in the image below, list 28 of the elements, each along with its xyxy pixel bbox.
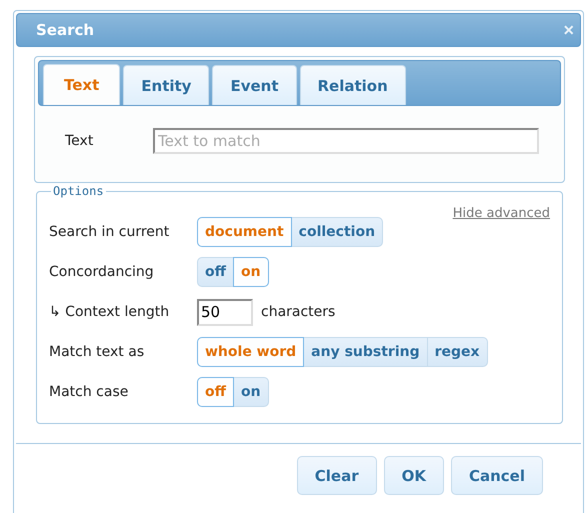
toggle-option[interactable]: off (197, 377, 234, 407)
toggle-option[interactable]: whole word (197, 337, 304, 367)
dialog-button[interactable]: OK (384, 456, 444, 495)
tab[interactable]: Text (43, 64, 120, 105)
tab[interactable]: Entity (123, 65, 210, 105)
toggle-option[interactable]: on (232, 377, 269, 407)
toggle-option[interactable]: off (197, 257, 234, 287)
option-label: Match text as (49, 344, 146, 360)
option-label: Match case (49, 384, 130, 400)
window-title: Search (36, 21, 94, 39)
dialog-button[interactable]: Clear (296, 456, 377, 495)
toggle-option[interactable]: any substring (303, 337, 428, 367)
group-legend: Options (51, 184, 106, 198)
hide-advanced-link[interactable]: Hide advanced (452, 206, 550, 221)
option-label: Concordancing (49, 264, 155, 280)
option-label: Search in current (49, 224, 170, 240)
toggle-option[interactable]: regex (426, 337, 488, 367)
tab[interactable]: Relation (300, 65, 406, 105)
unit-label: characters (261, 304, 336, 320)
toggle-option[interactable]: document (197, 217, 292, 247)
tab[interactable]: Event (212, 65, 296, 105)
field-label: Text (65, 133, 94, 149)
option-label: ↳ Context length (49, 304, 170, 320)
toggle-option[interactable]: collection (290, 217, 384, 247)
dialog-button[interactable]: Cancel (450, 456, 543, 495)
text-field[interactable]: Text to match (153, 128, 539, 154)
number-field[interactable]: 50 (197, 298, 253, 326)
toggle-option[interactable]: on (232, 257, 269, 287)
